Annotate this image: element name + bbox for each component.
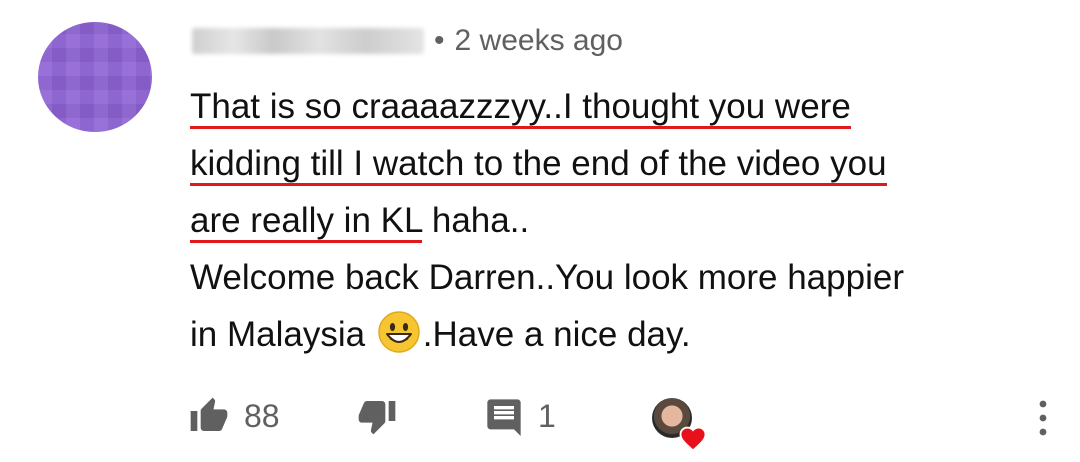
comment-line-4: Welcome back Darren..You look more happi…	[190, 258, 904, 297]
creator-heart-badge	[650, 396, 707, 452]
underlined-text-1: That is so craaaazzzyy..I thought you we…	[190, 87, 851, 129]
username-blurred[interactable]	[192, 28, 424, 54]
meta-separator: •	[434, 24, 445, 57]
reply-button[interactable]: 1	[484, 396, 556, 436]
dislike-button[interactable]	[356, 396, 398, 436]
grinning-face-emoji	[378, 311, 420, 353]
comment-line-2: kidding till I watch to the end of the v…	[190, 135, 1050, 192]
comment-actions-bar: 88 1	[188, 396, 1050, 452]
comment-line-3: are really in KL haha..	[190, 192, 1050, 249]
comment-line-5: in Malaysia .Have a nice day.	[190, 306, 1050, 363]
comment-line-5-pre: in Malaysia	[190, 315, 375, 354]
comment-line-1: That is so craaaazzzyy..I thought you we…	[190, 78, 1050, 135]
like-button[interactable]: 88	[188, 396, 280, 436]
commenter-avatar[interactable]	[38, 22, 152, 132]
creator-heart-icon	[679, 426, 707, 452]
more-options-button[interactable]	[1036, 396, 1050, 440]
like-count: 88	[244, 397, 280, 434]
comment-icon	[487, 399, 521, 436]
avatar-pixelation	[38, 22, 152, 132]
reply-count: 1	[538, 397, 556, 434]
underlined-text-3: are really in KL	[190, 201, 423, 243]
creator-heart[interactable]	[650, 396, 707, 452]
comment-header: • 2 weeks ago	[192, 24, 623, 58]
thumbs-down-icon	[358, 401, 396, 435]
comment-line-5-post: .Have a nice day.	[422, 315, 691, 354]
comment-timestamp[interactable]: 2 weeks ago	[455, 24, 623, 58]
more-vert-icon	[1039, 400, 1047, 436]
comment-text: That is so craaaazzzyy..I thought you we…	[190, 78, 1050, 363]
thumbs-up-icon	[190, 397, 228, 431]
underlined-text-2: kidding till I watch to the end of the v…	[190, 144, 887, 186]
comment-line-3-rest: haha..	[422, 201, 530, 240]
